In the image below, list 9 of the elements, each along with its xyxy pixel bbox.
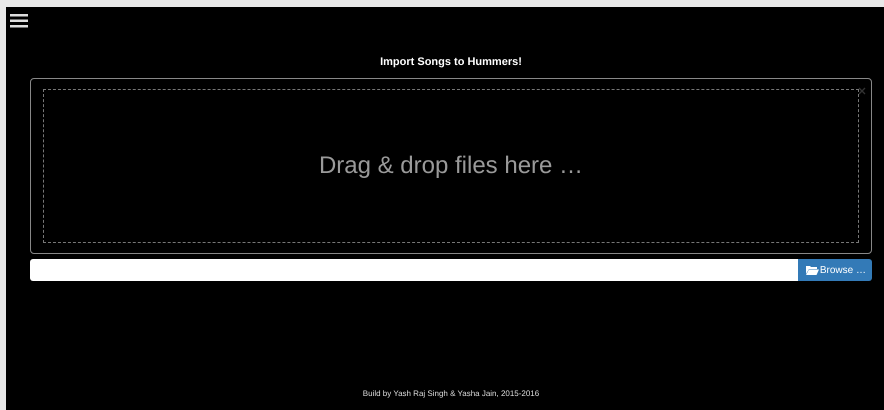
close-icon[interactable] bbox=[858, 87, 866, 95]
menu-icon[interactable] bbox=[10, 14, 28, 28]
file-name-field[interactable] bbox=[30, 259, 798, 281]
drop-prompt: Drag & drop files here … bbox=[318, 152, 584, 180]
page-title: Import Songs to Hummers! bbox=[379, 56, 523, 68]
folder-icon bbox=[806, 265, 819, 275]
drop-zone[interactable]: Drag & drop files here … bbox=[43, 89, 859, 243]
browse-button[interactable]: Browse … bbox=[798, 259, 872, 281]
footer-credit: Build by Yash Raj Singh & Yasha Jain, 2015-2016 bbox=[362, 389, 540, 398]
